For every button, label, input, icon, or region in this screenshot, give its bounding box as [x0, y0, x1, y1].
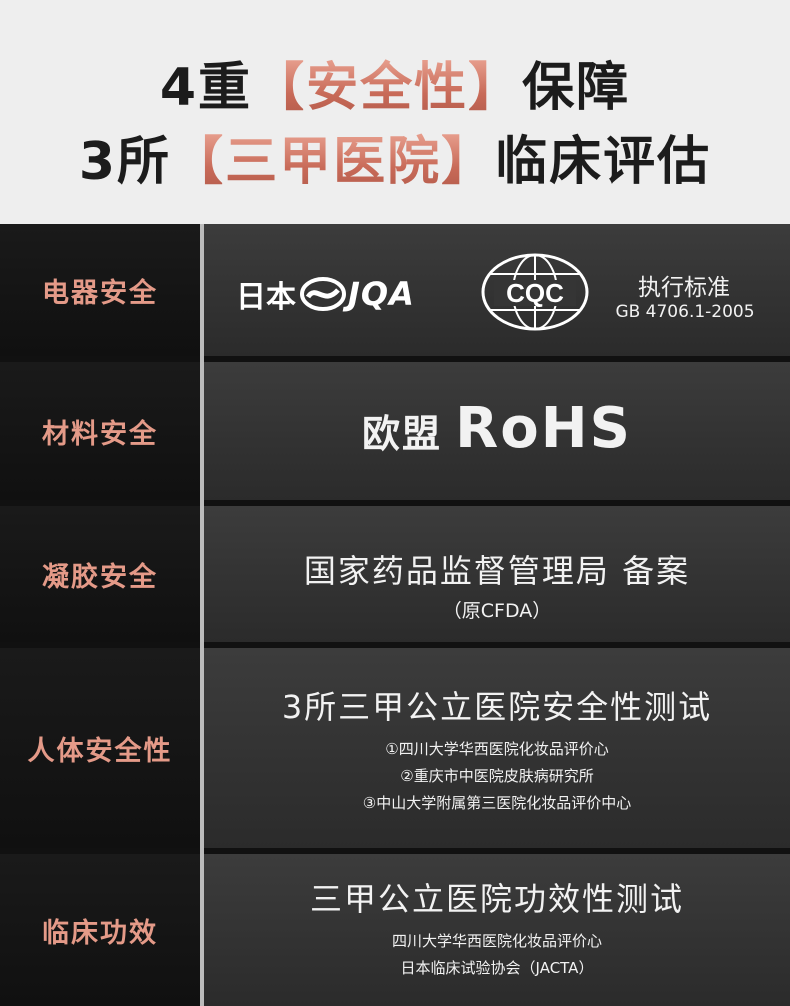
standard-title: 执行标准 — [638, 275, 730, 301]
headline-2-highlight: 三甲医院 — [225, 132, 442, 192]
jqa-country-label: 日本 — [236, 280, 296, 315]
row-content: 日本 JQA CQC 执行标准 GB 4706.1-2005 — [204, 224, 790, 356]
jqa-certification: 日本 JQA — [236, 264, 415, 324]
human-item: ①四川大学华西医院化妆品评价心 — [385, 740, 609, 758]
headline-1-bracket-open: 【 — [252, 58, 307, 118]
page-header: 4重【安全性】保障 3所【三甲医院】临床评估 — [0, 0, 790, 224]
clinical-title: 三甲公立医院功效性测试 — [309, 880, 684, 918]
gel-subtitle: （原CFDA） — [442, 600, 552, 622]
row-human-safety: 人体安全性 3所三甲公立医院安全性测试 ①四川大学华西医院化妆品评价心 ②重庆市… — [0, 648, 790, 848]
row-label: 电器安全 — [42, 277, 158, 309]
cqc-logo-icon: CQC — [481, 253, 589, 331]
headline-1-suffix: 保障 — [522, 58, 631, 118]
row-content: 3所三甲公立医院安全性测试 ①四川大学华西医院化妆品评价心 ②重庆市中医院皮肤病… — [204, 648, 790, 848]
row-material-safety: 材料安全 欧盟 RoHS — [0, 362, 790, 500]
headline-1-highlight: 安全性 — [306, 58, 469, 118]
row-electrical-safety: 电器安全 日本 JQA CQC 执行标准 GB 4706.1-2005 — [0, 224, 790, 356]
clinical-item: 四川大学华西医院化妆品评价心 — [391, 932, 602, 950]
row-content: 欧盟 RoHS — [204, 362, 790, 500]
row-label: 材料安全 — [42, 418, 158, 450]
human-title: 3所三甲公立医院安全性测试 — [281, 688, 713, 726]
headline-1-bracket-close: 】 — [468, 58, 523, 118]
rohs-region: 欧盟 — [362, 412, 443, 456]
headline-2-prefix: 3所 — [78, 132, 172, 192]
standard-code: GB 4706.1-2005 — [615, 302, 755, 322]
rohs-certification: 欧盟 RoHS — [204, 396, 790, 475]
column-divider — [200, 224, 204, 1006]
cqc-logo-text: CQC — [506, 278, 564, 308]
row-label-cell: 人体安全性 — [0, 648, 200, 848]
jqa-logo-text: JQA — [348, 275, 415, 313]
row-label-cell: 电器安全 — [0, 224, 200, 356]
human-item: ③中山大学附属第三医院化妆品评价中心 — [362, 794, 632, 812]
headline-2-bracket-open: 【 — [171, 132, 226, 192]
headline-2-suffix: 临床评估 — [495, 132, 712, 192]
human-item: ②重庆市中医院皮肤病研究所 — [400, 767, 594, 785]
row-label-cell: 临床功效 — [0, 854, 200, 1006]
headline-line-2: 3所【三甲医院】临床评估 — [0, 130, 790, 194]
gel-title: 国家药品监督管理局 备案 — [303, 552, 691, 590]
row-label: 人体安全性 — [27, 735, 173, 767]
row-content: 国家药品监督管理局 备案 （原CFDA） — [204, 506, 790, 642]
jqa-logo-icon — [300, 277, 346, 311]
headline-2-bracket-close: 】 — [441, 132, 496, 192]
rohs-label: RoHS — [455, 396, 632, 461]
headline-1-prefix: 4重 — [159, 58, 253, 118]
row-clinical-efficacy: 临床功效 三甲公立医院功效性测试 四川大学华西医院化妆品评价心 日本临床试验协会… — [0, 854, 790, 1006]
row-label-cell: 凝胶安全 — [0, 506, 200, 642]
safety-table: 电器安全 日本 JQA CQC 执行标准 GB 4706.1-2005 材料安全… — [0, 224, 790, 1006]
row-label: 凝胶安全 — [42, 561, 158, 593]
headline-line-1: 4重【安全性】保障 — [0, 56, 790, 120]
row-gel-safety: 凝胶安全 国家药品监督管理局 备案 （原CFDA） — [0, 506, 790, 642]
row-label: 临床功效 — [42, 917, 158, 949]
clinical-item: 日本临床试验协会（JACTA） — [400, 959, 594, 977]
row-label-cell: 材料安全 — [0, 362, 200, 500]
row-content: 三甲公立医院功效性测试 四川大学华西医院化妆品评价心 日本临床试验协会（JACT… — [204, 854, 790, 1006]
